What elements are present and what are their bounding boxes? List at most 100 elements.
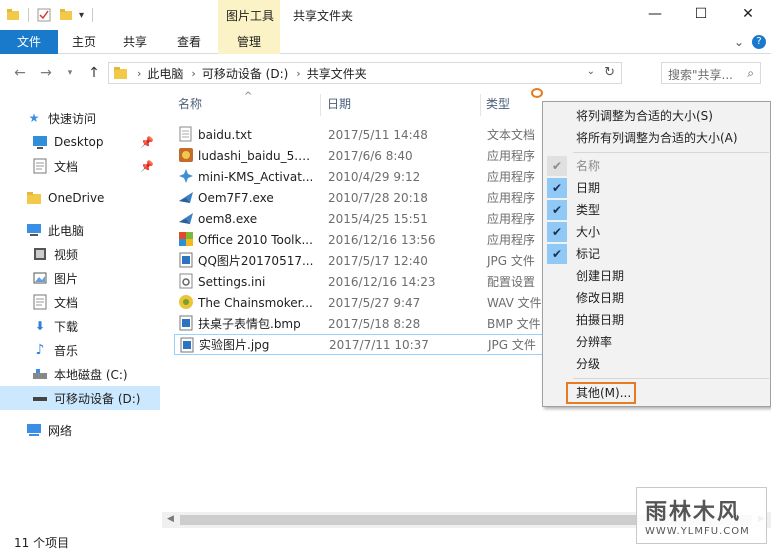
chevron-down-icon[interactable]: ⌄	[587, 66, 595, 77]
sidebar-item-removable-drive[interactable]: 可移动设备 (D:)	[0, 386, 160, 410]
sidebar-item-label: 视频	[54, 247, 79, 262]
folder-icon[interactable]	[6, 8, 20, 22]
sidebar-item-label: Desktop	[54, 135, 104, 149]
sidebar-item-quick-access[interactable]: ★ 快速访问	[0, 106, 160, 130]
sidebar-item-label: 本地磁盘 (C:)	[54, 367, 128, 382]
chevron-down-icon[interactable]: ⌄	[734, 30, 744, 54]
file-type: 应用程序	[487, 149, 536, 163]
file-type: 配置设置	[487, 275, 536, 289]
sidebar-item-label: 文档	[54, 159, 79, 174]
desktop-icon	[32, 134, 48, 150]
forward-arrow-icon[interactable]: →	[36, 63, 56, 83]
drive-icon	[32, 366, 48, 382]
sidebar-item-local-disk[interactable]: 本地磁盘 (C:)	[0, 362, 160, 386]
folder-icon	[114, 67, 127, 79]
list-item[interactable]: Office 2010 Toolk... 2016/12/16 13:56 应用…	[174, 229, 554, 250]
menu-item-tags[interactable]: ✔ 标记	[543, 243, 770, 265]
list-item[interactable]: 扶桌子表情包.bmp 2017/5/18 8:28 BMP 文件	[174, 313, 554, 334]
sidebar-item-label: 音乐	[54, 343, 79, 358]
sidebar-item-videos[interactable]: 视频	[0, 242, 160, 266]
list-item[interactable]: Oem7F7.exe 2010/7/28 20:18 应用程序	[174, 187, 554, 208]
file-name: Office 2010 Toolk...	[198, 232, 313, 247]
menu-item-label: 名称	[576, 159, 601, 173]
navigation-pane: ★ 快速访问 Desktop 📌 文档 📌 OneDrive 此电脑 视频 图片…	[0, 92, 160, 528]
tab-file[interactable]: 文件	[0, 30, 58, 54]
menu-item-size[interactable]: ✔ 大小	[543, 221, 770, 243]
list-item[interactable]: 实验图片.jpg 2017/7/11 10:37 JPG 文件	[174, 334, 554, 355]
menu-item-rating[interactable]: 分级	[543, 353, 770, 375]
sidebar-item-downloads[interactable]: ⬇ 下载	[0, 314, 160, 338]
list-item[interactable]: baidu.txt 2017/5/11 14:48 文本文档	[174, 124, 554, 145]
menu-item-size-column[interactable]: 将列调整为合适的大小(S)	[543, 105, 770, 127]
file-type: JPG 文件	[488, 338, 536, 352]
list-item[interactable]: mini-KMS_Activat... 2010/4/29 9:12 应用程序	[174, 166, 554, 187]
folder-icon	[26, 190, 42, 206]
sidebar-item-network[interactable]: 网络	[0, 418, 160, 442]
menu-item-date-taken[interactable]: 拍摄日期	[543, 309, 770, 331]
menu-item-modified-date[interactable]: 修改日期	[543, 287, 770, 309]
scroll-left-icon[interactable]: ◀	[167, 514, 174, 524]
breadcrumb-separator[interactable]: ›	[137, 67, 141, 80]
tab-share[interactable]: 共享	[123, 30, 147, 54]
file-type: 文本文档	[487, 128, 536, 142]
recent-locations-icon[interactable]: ▾	[60, 63, 80, 83]
sidebar-item-this-pc[interactable]: 此电脑	[0, 218, 160, 242]
menu-item-label: 日期	[576, 181, 601, 195]
sidebar-item-documents[interactable]: 文档	[0, 290, 160, 314]
address-bar[interactable]: › 此电脑 › 可移动设备 (D:) › 共享文件夹 ⌄ ↻	[108, 62, 622, 84]
list-item[interactable]: QQ图片20170517... 2017/5/17 12:40 JPG 文件	[174, 250, 554, 271]
list-item[interactable]: ludashi_baidu_5.1... 2017/6/6 8:40 应用程序	[174, 145, 554, 166]
column-divider[interactable]	[320, 94, 321, 116]
tab-view[interactable]: 查看	[177, 30, 201, 54]
back-arrow-icon[interactable]: ←	[10, 63, 30, 83]
breadcrumb-removable-drive[interactable]: 可移动设备 (D:)	[202, 65, 288, 82]
customize-toolbar-icon[interactable]: ▾	[79, 10, 84, 21]
breadcrumb-this-pc[interactable]: 此电脑	[147, 65, 183, 82]
column-header-type[interactable]: 类型	[486, 92, 510, 118]
star-icon: ★	[28, 111, 40, 125]
tab-home[interactable]: 主页	[72, 30, 96, 54]
pin-icon[interactable]: 📌	[140, 136, 154, 149]
file-name: baidu.txt	[198, 127, 252, 142]
pin-icon[interactable]: 📌	[140, 160, 154, 173]
menu-item-created-date[interactable]: 创建日期	[543, 265, 770, 287]
minimize-button[interactable]: —	[632, 0, 678, 28]
list-item[interactable]: oem8.exe 2015/4/25 15:51 应用程序	[174, 208, 554, 229]
list-item[interactable]: The Chainsmoker... 2017/5/27 9:47 WAV 文件	[174, 292, 554, 313]
up-arrow-icon[interactable]: ↑	[84, 63, 104, 83]
menu-item-date[interactable]: ✔ 日期	[543, 177, 770, 199]
list-item[interactable]: Settings.ini 2016/12/16 14:23 配置设置	[174, 271, 554, 292]
help-icon[interactable]: ?	[752, 35, 766, 49]
column-header-date[interactable]: 日期	[327, 92, 351, 118]
file-name: 扶桌子表情包.bmp	[198, 317, 301, 331]
breadcrumb-separator[interactable]: ›	[296, 67, 300, 80]
file-date: 2017/5/27 9:47	[328, 295, 421, 310]
column-divider[interactable]	[480, 94, 481, 116]
menu-item-resolution[interactable]: 分辨率	[543, 331, 770, 353]
check-icon: ✔	[547, 200, 567, 220]
sidebar-item-pictures[interactable]: 图片	[0, 266, 160, 290]
check-icon: ✔	[547, 178, 567, 198]
file-name: The Chainsmoker...	[198, 295, 313, 310]
search-input[interactable]: 搜索"共享... ⌕	[661, 62, 761, 84]
breadcrumb-shared-folder[interactable]: 共享文件夹	[307, 65, 367, 82]
menu-item-size-all-columns[interactable]: 将所有列调整为合适的大小(A)	[543, 127, 770, 149]
watermark: 雨林木风 WWW.YLMFU.COM	[636, 487, 767, 544]
sidebar-item-label: 图片	[54, 271, 79, 286]
properties-icon[interactable]	[37, 8, 51, 22]
sidebar-item-label: 文档	[54, 295, 79, 310]
close-button[interactable]: ✕	[725, 0, 771, 28]
sidebar-item-onedrive[interactable]: OneDrive	[0, 186, 160, 210]
sidebar-item-music[interactable]: ♪ 音乐	[0, 338, 160, 362]
sidebar-item-documents-pinned[interactable]: 文档 📌	[0, 154, 160, 178]
sidebar-item-desktop[interactable]: Desktop 📌	[0, 130, 160, 154]
file-date: 2016/12/16 14:23	[328, 274, 436, 289]
menu-item-type[interactable]: ✔ 类型	[543, 199, 770, 221]
column-header-name[interactable]: 名称	[178, 92, 202, 118]
settings-file-icon	[179, 273, 193, 289]
maximize-button[interactable]: ☐	[678, 0, 724, 28]
breadcrumb-separator[interactable]: ›	[191, 67, 195, 80]
refresh-icon[interactable]: ↻	[604, 65, 615, 80]
new-folder-icon[interactable]	[59, 8, 73, 22]
tab-manage[interactable]: 管理	[218, 30, 280, 54]
